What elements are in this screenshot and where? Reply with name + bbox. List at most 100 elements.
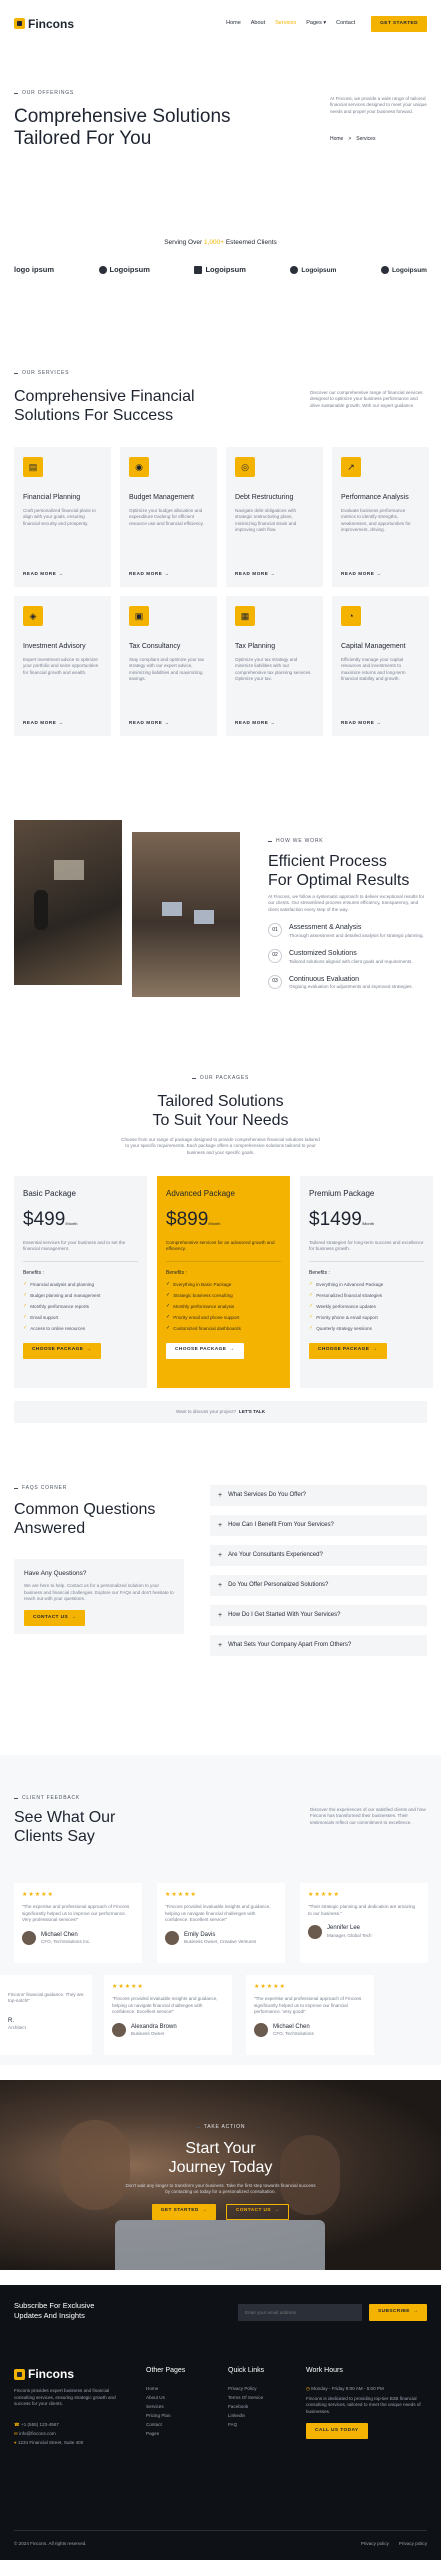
cta-contact-button[interactable]: CONTACT US → [225, 2203, 290, 2220]
client-role: Manager, Global Tech [327, 1932, 372, 1938]
footer-link[interactable]: Pages [146, 2429, 185, 2438]
footer-col-title: Quick Links [228, 2367, 265, 2374]
clients-heading: Serving Over 1,000+ Esteemed Clients [164, 239, 277, 246]
service-card[interactable]: ▦ Tax Planning Optimize your tax strategy … [226, 596, 323, 736]
client-role: Architect [8, 2025, 26, 2031]
benefits-label: Benefits : [309, 1269, 330, 1276]
contact-us-button[interactable]: CONTACT US → [24, 1610, 86, 1627]
plan-price: $899/Month [166, 1209, 221, 1231]
newsletter-email-input[interactable] [238, 2304, 362, 2321]
pricing-eyebrow: OUR PACKAGES [192, 1075, 249, 1082]
service-card[interactable]: ◎ Debt Restructuring Navigate debt obligat… [226, 447, 323, 587]
call-us-button[interactable]: CALL US TODAY [306, 2423, 368, 2440]
get-started-button[interactable]: GET STARTED [371, 16, 427, 32]
read-more-link[interactable]: READ MORE → [341, 571, 382, 577]
footer: Fincons Fincons provides expert business… [0, 2340, 441, 2560]
service-card[interactable]: ▤ Financial Planning Craft personalized fi… [14, 447, 111, 587]
footer-contact: ☎ +1 (555) 123-4567 ✉ info@fincons.com ⌖… [14, 2420, 83, 2447]
chart-icon: ▤ [23, 457, 43, 477]
logo-mark-icon [98, 266, 107, 275]
divider [166, 1260, 281, 1262]
footer-link[interactable]: Home [146, 2384, 185, 2393]
logo-mark-icon [290, 266, 299, 275]
privacy-link[interactable]: Privacy policy [361, 2539, 389, 2548]
nav-services[interactable]: Services [275, 20, 296, 28]
service-card[interactable]: ◈ Investment Advisory Expert investment ad… [14, 596, 111, 736]
faq-item[interactable]: Do You Offer Personalized Solutions? [210, 1575, 427, 1596]
plan-price: $499/Month [23, 1209, 78, 1231]
footer-link[interactable]: Services [146, 2402, 185, 2411]
step-title: Assessment & Analysis [289, 924, 362, 931]
footer-link[interactable]: About Us [146, 2393, 185, 2402]
read-more-link[interactable]: READ MORE → [341, 720, 382, 726]
team-photo [14, 820, 122, 985]
read-more-link[interactable]: READ MORE → [23, 571, 64, 577]
testimonials-title: See What Our Clients Say [14, 1809, 116, 1845]
read-more-link[interactable]: READ MORE → [23, 720, 64, 726]
clients-section: Serving Over 1,000+ Esteemed Clients log… [0, 216, 441, 296]
read-more-link[interactable]: READ MORE → [129, 720, 170, 726]
footer-link[interactable]: Pricing Plan [146, 2411, 185, 2420]
plan-name: Advanced Package [166, 1189, 235, 1199]
nav-pages[interactable]: Pages ▾ [306, 20, 326, 28]
main-nav: Home About Services Pages ▾ Contact [226, 20, 355, 28]
footer-link[interactable]: Contact [146, 2420, 185, 2429]
footer-email[interactable]: ✉ info@fincons.com [14, 2429, 83, 2438]
faq-item[interactable]: What Sets Your Company Apart From Others… [210, 1635, 427, 1656]
nav-home[interactable]: Home [226, 20, 241, 28]
client-name: Emily Davis [184, 1931, 216, 1938]
footer-link[interactable]: Privacy Policy [228, 2384, 264, 2393]
service-title: Capital Management [341, 643, 406, 650]
cta-section: TAKE ACTION Start Your Journey Today Don'… [0, 2080, 441, 2270]
service-card[interactable]: ◔ Capital Management Efficiently manage yo… [332, 596, 429, 736]
process-step: 01 Assessment & Analysis Thorough assessme… [268, 923, 428, 940]
footer-link[interactable]: Terms Of Service [228, 2393, 264, 2402]
laptop-shape [115, 2220, 325, 2270]
brand-logo[interactable]: Fincons [14, 16, 74, 33]
faq-item[interactable]: How Can I Benefit From Your Services? [210, 1515, 427, 1536]
service-card[interactable]: ↗ Performance Analysis Evaluate business p… [332, 447, 429, 587]
client-logo: Logoipsum [380, 266, 427, 275]
rating-stars-icon: ★★★★★ [22, 1892, 54, 1898]
nav-contact[interactable]: Contact [336, 20, 355, 28]
subscribe-button[interactable]: SUBSCRIBE → [369, 2304, 428, 2321]
privacy-link[interactable]: Privacy policy [399, 2539, 427, 2548]
footer-phone[interactable]: ☎ +1 (555) 123-4567 [14, 2420, 83, 2429]
testimonial-quote: Fincons' financial guidance. They are to… [8, 1992, 84, 2004]
pricing-title: Tailored Solutions To Suit Your Needs [152, 1093, 289, 1129]
rating-stars-icon: ★★★★★ [165, 1892, 197, 1898]
plan-feature: Email support [23, 1313, 138, 1322]
read-more-link[interactable]: READ MORE → [235, 571, 276, 577]
choose-package-button[interactable]: CHOOSE PACKAGE → [23, 1342, 101, 1359]
footer-link[interactable]: Facebook [228, 2402, 264, 2411]
faq-item[interactable]: What Services Do You Offer? [210, 1485, 427, 1506]
faq-item[interactable]: How Do I Get Started With Your Services? [210, 1605, 427, 1626]
breadcrumb-home[interactable]: Home [330, 136, 343, 143]
service-card[interactable]: ▣ Tax Consultancy Stay compliant and optim… [120, 596, 217, 736]
faq-item[interactable]: Are Your Consultants Experienced? [210, 1545, 427, 1566]
choose-package-button[interactable]: CHOOSE PACKAGE → [166, 1342, 244, 1359]
client-role: Business Owner, Creative Ventures [184, 1939, 257, 1944]
testimonials-desc: Discover the experiences of our satisfie… [310, 1807, 426, 1825]
footer-link[interactable]: Linkedin [228, 2411, 264, 2420]
plan-feature: Weekly performance updates [309, 1302, 424, 1311]
plan-desc: Tailored strategies for long-term succes… [309, 1240, 424, 1252]
choose-package-button[interactable]: CHOOSE PACKAGE → [309, 1342, 387, 1359]
lets-talk-link[interactable]: LET'S TALK [239, 1409, 265, 1415]
read-more-link[interactable]: READ MORE → [235, 720, 276, 726]
footer-col-title: Work Hours [306, 2367, 343, 2374]
service-desc: Optimize your tax strategy and minimize … [235, 656, 312, 682]
footer-col-pages: Other Pages Home About Us Services Prici… [146, 2366, 185, 2438]
cta-get-started-button[interactable]: GET STARTED → [151, 2203, 216, 2220]
service-desc: Efficiently manage your capital resource… [341, 656, 406, 682]
service-card[interactable]: ◉ Budget Management Optimize your budget a… [120, 447, 217, 587]
service-title: Tax Planning [235, 643, 276, 650]
read-more-link[interactable]: READ MORE → [129, 571, 170, 577]
client-logo: logo ipsum [14, 265, 54, 275]
nav-about[interactable]: About [251, 20, 265, 28]
client-name: Michael Chen [41, 1931, 78, 1938]
footer-link[interactable]: FAQ [228, 2420, 264, 2429]
services-desc: Discover our comprehensive range of fina… [310, 390, 423, 408]
footer-logo[interactable]: Fincons [14, 2366, 74, 2383]
client-role: CFO, TechSolutions [273, 2031, 314, 2036]
